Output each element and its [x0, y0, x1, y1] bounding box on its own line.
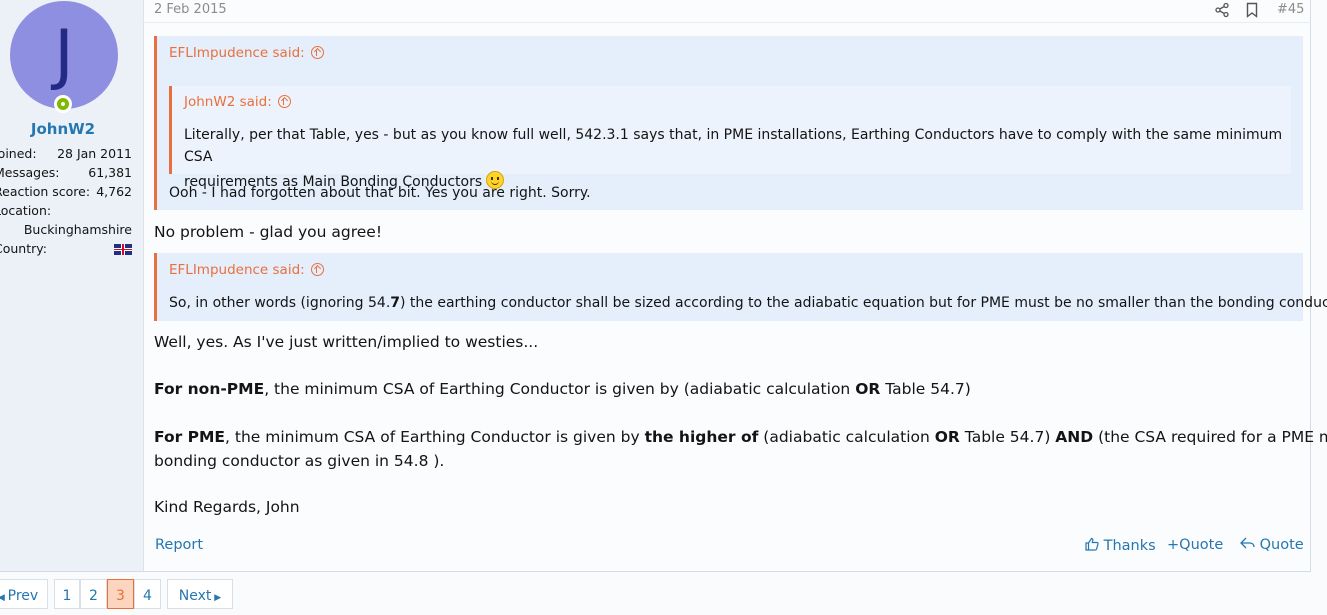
quote-text: Ooh - I had forgotten about that bit. Ye… [169, 185, 591, 201]
stat-joined: Joined: 28 Jan 2011 [0, 146, 132, 161]
post-container: J JohnW2 Joined: 28 Jan 2011 Messages: 6… [0, 0, 1327, 572]
page-link-4[interactable]: 4 [134, 579, 161, 609]
jump-to-quote-icon[interactable] [277, 95, 291, 108]
post-content: 2 Feb 2015 #45 EFLImpudence said: JohnW2… [143, 0, 1327, 571]
nested-quote-block: JohnW2 said: Literally, per that Table, … [169, 86, 1291, 190]
quote-block-2: EFLImpudence said: So, in other words (i… [154, 253, 1327, 321]
stat-messages: Messages: 61,381 [0, 165, 132, 180]
reply-arrow-icon [1240, 537, 1255, 549]
stat-location-value: Buckinghamshire [23, 222, 132, 237]
thanks-button[interactable]: Thanks [1085, 537, 1156, 554]
stat-country: Country: [0, 241, 132, 260]
nested-quote-author[interactable]: JohnW2 said: [184, 93, 291, 110]
thumbs-up-icon [1085, 537, 1099, 551]
quote-author-2[interactable]: EFLImpudence said: [169, 261, 324, 278]
multiquote-button[interactable]: +Quote [1167, 537, 1223, 553]
avatar[interactable]: J [10, 1, 118, 109]
quote-text-2: So, in other words (ignoring 54.7) the e… [169, 295, 1327, 311]
bookmark-icon[interactable] [1244, 2, 1260, 18]
share-icon[interactable] [1214, 2, 1230, 18]
next-page-button[interactable]: Next ▶ [167, 579, 233, 609]
jump-to-quote-icon[interactable] [310, 46, 324, 59]
uk-flag-icon [114, 244, 132, 255]
quote-button[interactable]: Quote [1240, 537, 1304, 553]
page-link-1[interactable]: 1 [54, 579, 80, 609]
body-paragraph-1: Well, yes. As I've just written/implied … [154, 333, 539, 351]
post-date[interactable]: 2 Feb 2015 [154, 2, 227, 17]
quote-block: EFLImpudence said: JohnW2 said: Literall… [154, 36, 1303, 210]
stat-reaction-score: Reaction score: 4,762 [0, 184, 132, 199]
prev-page-button[interactable]: ◀ Prev [0, 579, 48, 609]
body-paragraph-2: For non-PME, the minimum CSA of Earthing… [154, 380, 971, 398]
page-link-2[interactable]: 2 [80, 579, 107, 609]
caret-left-icon: ◀ [0, 593, 5, 603]
caret-right-icon: ▶ [211, 593, 222, 603]
jump-to-quote-icon[interactable] [310, 263, 324, 276]
quote-author[interactable]: EFLImpudence said: [169, 44, 324, 61]
user-info-panel: J JohnW2 Joined: 28 Jan 2011 Messages: 6… [0, 0, 144, 571]
body-paragraph-3: For PME, the minimum CSA of Earthing Con… [154, 428, 1327, 470]
header-divider [143, 22, 1311, 23]
post-number[interactable]: #45 [1277, 2, 1304, 17]
online-status-icon [54, 95, 72, 113]
signature: Kind Regards, John [154, 498, 300, 516]
reply-text: No problem - glad you agree! [154, 223, 383, 241]
page-link-3-current[interactable]: 3 [107, 579, 134, 609]
user-stats: Joined: 28 Jan 2011 Messages: 61,381 Rea… [0, 146, 132, 260]
report-link[interactable]: Report [155, 537, 203, 553]
stat-location: Location: [0, 203, 52, 218]
username[interactable]: JohnW2 [0, 120, 126, 138]
plus-icon: + [1167, 537, 1180, 553]
